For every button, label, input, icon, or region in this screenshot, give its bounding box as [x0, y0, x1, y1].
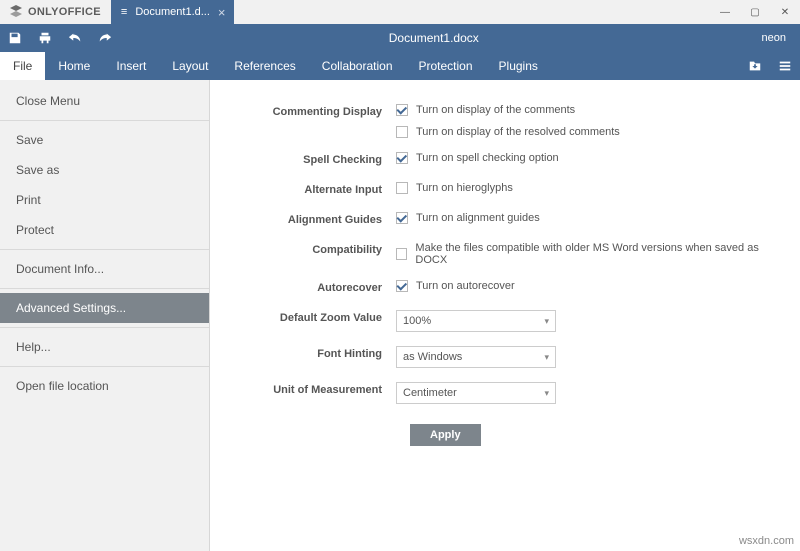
option-resolved-comments: Turn on display of the resolved comments: [416, 126, 620, 138]
settings-panel: Commenting Display Turn on display of th…: [210, 80, 800, 551]
undo-icon[interactable]: [60, 24, 90, 52]
checkbox-resolved-comments[interactable]: [396, 126, 408, 138]
select-unit-measurement[interactable]: Centimeter ▾: [396, 382, 556, 404]
checkbox-comments-display[interactable]: [396, 104, 408, 116]
chevron-down-icon: ▾: [544, 352, 549, 363]
quick-toolbar: Document1.docx neon: [0, 24, 800, 52]
title-bar: ONLYOFFICE ≡ Document1.d... × — ▢ ✕: [0, 0, 800, 24]
window-controls: — ▢ ✕: [710, 0, 800, 24]
menu-home[interactable]: Home: [45, 52, 103, 80]
sidebar-save[interactable]: Save: [0, 125, 209, 155]
menu-layout[interactable]: Layout: [159, 52, 221, 80]
label-compatibility: Compatibility: [210, 242, 396, 258]
menu-protection[interactable]: Protection: [406, 52, 486, 80]
tab-label: Document1.d...: [135, 6, 210, 18]
user-label: neon: [748, 32, 800, 44]
chevron-down-icon: ▾: [544, 316, 549, 327]
label-commenting-display: Commenting Display: [210, 104, 396, 120]
option-alignment-guides: Turn on alignment guides: [416, 212, 540, 224]
label-autorecover: Autorecover: [210, 280, 396, 296]
option-comments-display: Turn on display of the comments: [416, 104, 575, 116]
label-alternate-input: Alternate Input: [210, 182, 396, 198]
tab-menu-icon: ≡: [121, 6, 127, 18]
select-font-hinting[interactable]: as Windows ▾: [396, 346, 556, 368]
open-location-icon[interactable]: [740, 52, 770, 80]
checkbox-compatibility[interactable]: [396, 248, 407, 260]
close-button[interactable]: ✕: [770, 0, 800, 24]
document-title: Document1.docx: [120, 31, 748, 45]
brand-icon: [10, 5, 22, 20]
document-tab[interactable]: ≡ Document1.d... ×: [111, 0, 234, 24]
menu-references[interactable]: References: [221, 52, 308, 80]
sidebar-save-as[interactable]: Save as: [0, 155, 209, 185]
file-sidebar: Close Menu Save Save as Print Protect Do…: [0, 80, 210, 551]
brand-label: ONLYOFFICE: [28, 6, 101, 18]
maximize-button[interactable]: ▢: [740, 0, 770, 24]
select-default-zoom[interactable]: 100% ▾: [396, 310, 556, 332]
menu-plugins[interactable]: Plugins: [486, 52, 551, 80]
sidebar-open-file-location[interactable]: Open file location: [0, 371, 209, 401]
option-alternate-input: Turn on hieroglyphs: [416, 182, 513, 194]
menu-insert[interactable]: Insert: [103, 52, 159, 80]
label-default-zoom: Default Zoom Value: [210, 310, 396, 326]
checkbox-alignment-guides[interactable]: [396, 212, 408, 224]
sidebar-close-menu[interactable]: Close Menu: [0, 86, 209, 116]
label-spell-checking: Spell Checking: [210, 152, 396, 168]
chevron-down-icon: ▾: [544, 388, 549, 399]
menu-bar: File Home Insert Layout References Colla…: [0, 52, 800, 80]
menu-file[interactable]: File: [0, 52, 45, 80]
sidebar-protect[interactable]: Protect: [0, 215, 209, 245]
option-compatibility: Make the files compatible with older MS …: [415, 242, 772, 266]
print-icon[interactable]: [30, 24, 60, 52]
minimize-button[interactable]: —: [710, 0, 740, 24]
sidebar-print[interactable]: Print: [0, 185, 209, 215]
sidebar-advanced-settings[interactable]: Advanced Settings...: [0, 293, 209, 323]
label-font-hinting: Font Hinting: [210, 346, 396, 362]
option-autorecover: Turn on autorecover: [416, 280, 515, 292]
save-icon[interactable]: [0, 24, 30, 52]
brand: ONLYOFFICE: [0, 0, 111, 24]
sidebar-help[interactable]: Help...: [0, 332, 209, 362]
select-default-zoom-value: 100%: [403, 315, 431, 327]
panel-menu-icon[interactable]: [770, 52, 800, 80]
sidebar-document-info[interactable]: Document Info...: [0, 254, 209, 284]
label-alignment-guides: Alignment Guides: [210, 212, 396, 228]
checkbox-autorecover[interactable]: [396, 280, 408, 292]
checkbox-spell-checking[interactable]: [396, 152, 408, 164]
option-spell-checking: Turn on spell checking option: [416, 152, 559, 164]
select-unit-value: Centimeter: [403, 387, 457, 399]
select-font-hinting-value: as Windows: [403, 351, 462, 363]
watermark: wsxdn.com: [739, 535, 794, 547]
tab-close-icon[interactable]: ×: [218, 5, 226, 20]
label-unit-measurement: Unit of Measurement: [210, 382, 396, 398]
redo-icon[interactable]: [90, 24, 120, 52]
apply-button[interactable]: Apply: [410, 424, 481, 446]
menu-collaboration[interactable]: Collaboration: [309, 52, 406, 80]
checkbox-alternate-input[interactable]: [396, 182, 408, 194]
